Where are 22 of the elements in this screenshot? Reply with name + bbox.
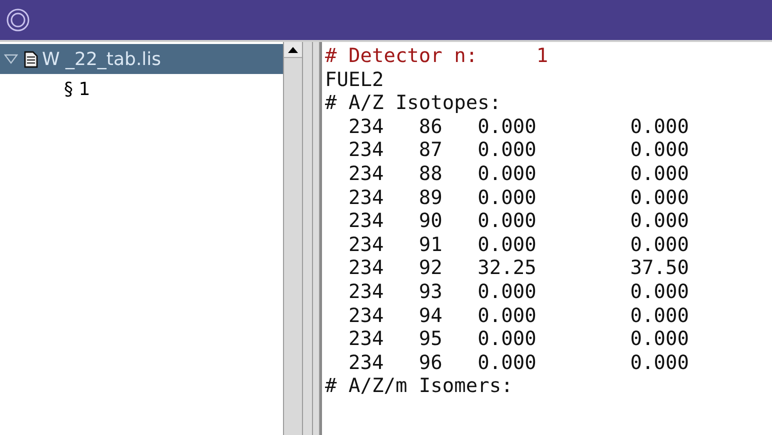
code-line: # A/Z/m Isomers: [325,374,513,398]
code-line: FUEL2 [325,68,384,92]
ring-icon [6,8,30,32]
code-line: 234 91 0.000 0.000 [347,232,689,256]
code-line: 234 90 0.000 0.000 [347,209,689,233]
code-line: 234 95 0.000 0.000 [347,327,689,351]
scrollbar[interactable] [283,42,303,435]
code-line: 234 92 32.25 37.50 [347,256,689,280]
tree-item[interactable]: W _22_tab.lis [0,44,283,74]
code-line: # Detector n: 1 [325,44,548,68]
code-line: 234 86 0.000 0.000 [347,114,689,138]
document-icon [24,50,38,68]
expander-icon[interactable] [4,54,18,64]
up-arrow-icon [288,46,298,52]
code-line: 234 89 0.000 0.000 [347,186,689,210]
code-line: 234 94 0.000 0.000 [347,304,689,328]
code-line: 234 96 0.000 0.000 [347,350,689,374]
code-line: 234 87 0.000 0.000 [347,138,689,162]
code-line: 234 88 0.000 0.000 [347,162,689,186]
scroll-up-button[interactable] [284,42,302,58]
code-line: # A/Z Isotopes: [325,91,502,115]
code-line: 234 93 0.000 0.000 [347,280,689,304]
